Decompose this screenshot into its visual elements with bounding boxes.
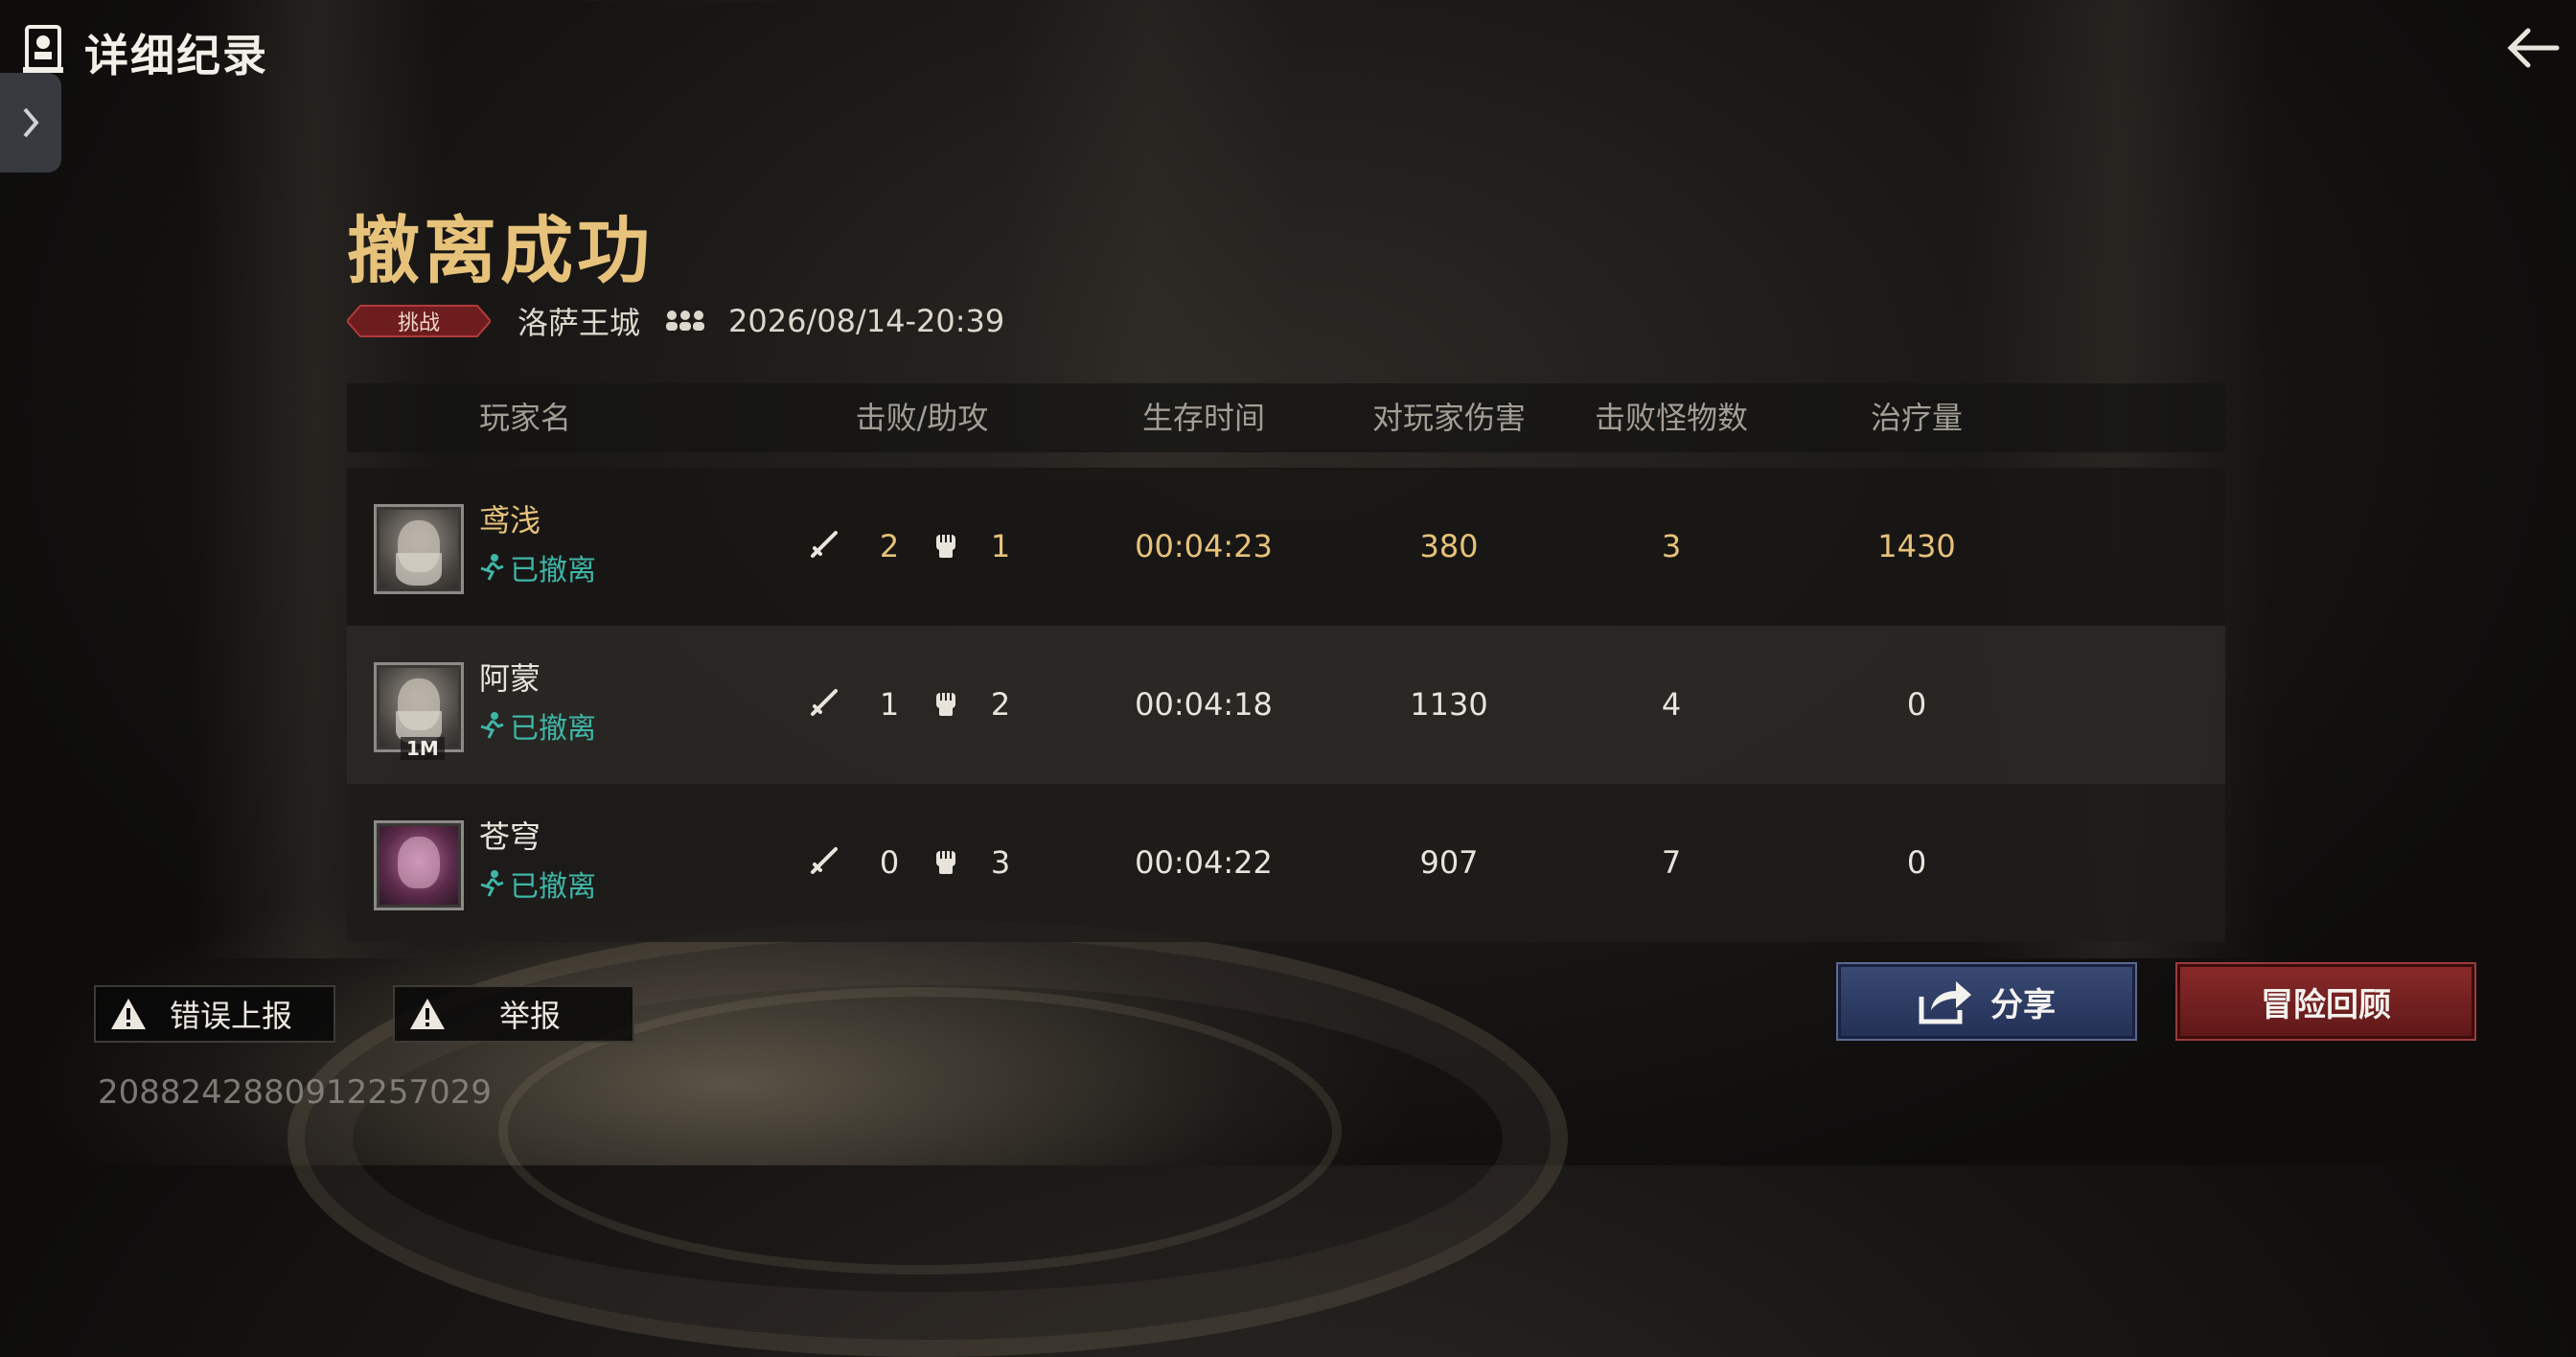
share-arrow-icon [1919,981,1971,1024]
stats-table-body: 鸢浅 已撤离 2 1 00:04:23 380 3 1430 1M 阿蒙 已撤离… [347,468,2225,942]
adventure-review-button[interactable]: 冒险回顾 [2175,962,2476,1041]
fist-icon [936,851,955,874]
player-name: 苍穹 [479,818,541,855]
table-row[interactable]: 鸢浅 已撤离 2 1 00:04:23 380 3 1430 [347,468,2225,626]
player-avatar[interactable] [374,820,464,910]
extracted-status-label: 已撤离 [510,712,596,746]
kills-value: 1 [879,686,900,723]
share-button-label: 分享 [1990,985,2056,1024]
team-icon [666,310,705,331]
running-figure-icon [480,712,504,739]
page-title: 详细纪录 [84,30,268,81]
assists-value: 3 [990,844,1011,881]
fist-icon [936,693,955,716]
result-title: 撤离成功 [347,208,654,293]
sword-icon [811,531,838,558]
record-book-icon [21,23,67,77]
sword-icon [811,847,838,874]
extracted-status: 已撤离 [477,862,596,905]
side-expand-tab[interactable] [0,73,61,172]
survival-time: 00:04:22 [1135,844,1273,881]
adventure-review-label: 冒险回顾 [2261,985,2391,1024]
survival-time: 00:04:23 [1135,528,1273,564]
record-id: 2088242880912257029 [98,1073,493,1112]
table-row[interactable]: 1M 阿蒙 已撤离 1 2 00:04:18 1130 4 0 [347,626,2225,784]
extracted-status-label: 已撤离 [510,554,596,587]
avatar-tag: 1M [401,737,445,760]
extracted-status: 已撤离 [477,546,596,588]
col-header-healing: 治疗量 [1870,400,1964,436]
survival-time: 00:04:18 [1135,686,1273,723]
mode-badge-label: 挑战 [397,311,440,335]
healing-amount: 0 [1906,686,1927,723]
player-name: 鸢浅 [479,502,541,539]
assists-value: 2 [990,686,1011,723]
monster-kills: 7 [1661,844,1682,881]
col-header-survival: 生存时间 [1141,400,1266,436]
back-arrow-button[interactable] [2503,19,2561,77]
map-name: 洛萨王城 [518,305,641,341]
share-button[interactable]: 分享 [1836,962,2137,1041]
extracted-status-label: 已撤离 [510,870,596,904]
match-datetime: 2026/08/14-20:39 [728,303,1005,339]
report-error-button[interactable]: 错误上报 [94,985,335,1043]
sword-icon [811,689,838,716]
match-info-row: 挑战 洛萨王城 2026/08/14-20:39 [347,299,1004,343]
chevron-right-icon [23,107,39,138]
player-name: 阿蒙 [479,660,541,697]
extracted-status: 已撤离 [477,704,596,747]
monster-kills: 4 [1661,686,1682,723]
warning-icon [410,999,445,1029]
player-damage: 380 [1419,528,1479,564]
running-figure-icon [480,554,504,581]
report-error-label: 错误上报 [169,998,292,1034]
table-row[interactable]: 苍穹 已撤离 0 3 00:04:22 907 7 0 [347,784,2225,942]
player-damage: 1130 [1410,686,1488,723]
col-header-monster-kills: 击败怪物数 [1594,400,1749,436]
col-header-kills-assists: 击败/助攻 [855,400,989,436]
fist-icon [936,535,955,558]
report-label: 举报 [498,998,561,1034]
assists-value: 1 [990,528,1011,564]
healing-amount: 0 [1906,844,1927,881]
monster-kills: 3 [1661,528,1682,564]
player-damage: 907 [1419,844,1479,881]
warning-icon [111,999,146,1029]
kills-value: 0 [879,844,900,881]
report-button[interactable]: 举报 [393,985,634,1043]
player-avatar[interactable] [374,504,464,594]
mode-badge: 挑战 [347,304,491,338]
col-header-player-damage: 对玩家伤害 [1371,400,1527,436]
healing-amount: 1430 [1877,528,1956,564]
running-figure-icon [480,870,504,897]
stats-table-header: 玩家名 击败/助攻 生存时间 对玩家伤害 击败怪物数 治疗量 [347,383,2225,452]
kills-value: 2 [879,528,900,564]
col-header-player: 玩家名 [478,400,572,436]
